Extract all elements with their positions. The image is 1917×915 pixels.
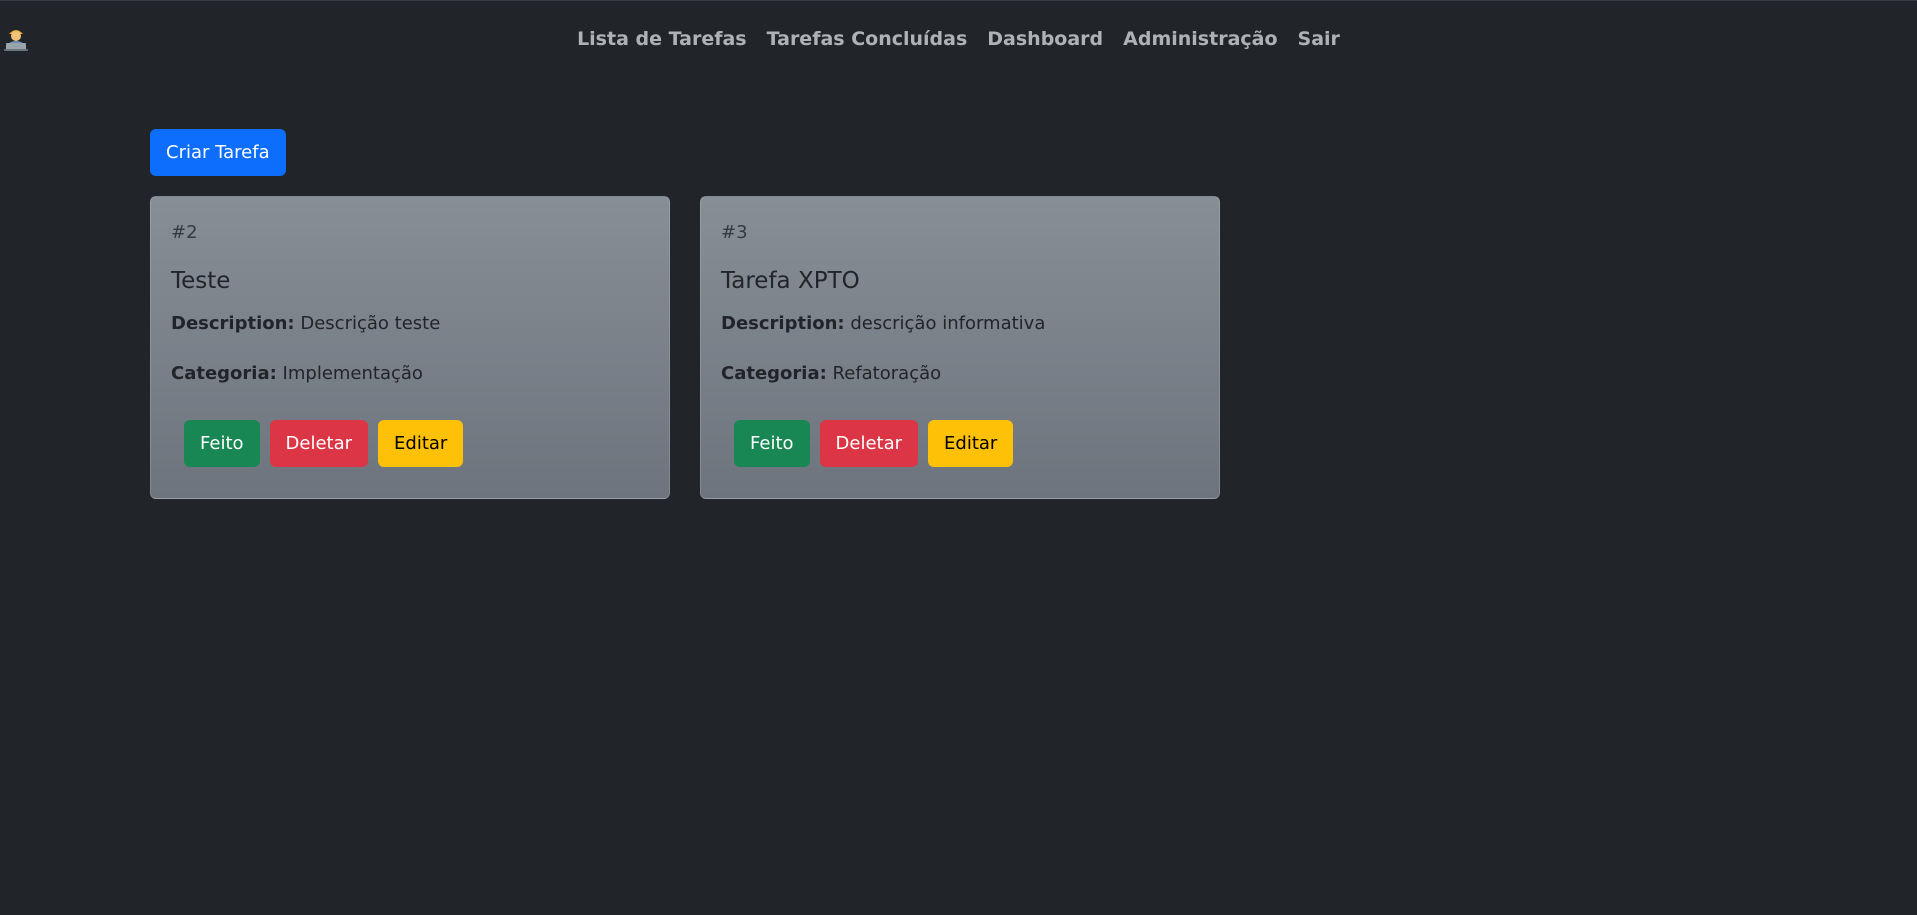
task-title: Teste bbox=[171, 268, 231, 294]
nav-link-tarefas-concluidas[interactable]: Tarefas Concluídas bbox=[757, 25, 978, 53]
description-value: descrição informativa bbox=[850, 313, 1046, 334]
done-button[interactable]: Feito bbox=[734, 420, 810, 467]
task-card: #3 Tarefa XPTO Description: descrição in… bbox=[700, 196, 1220, 499]
navbar: Lista de Tarefas Tarefas Concluídas Dash… bbox=[0, 0, 1917, 76]
delete-button[interactable]: Deletar bbox=[819, 420, 919, 467]
edit-button[interactable]: Editar bbox=[378, 420, 464, 467]
task-actions: Feito Deletar Editar bbox=[734, 420, 1014, 467]
category-label: Categoria: bbox=[721, 363, 827, 384]
nav-link-administracao[interactable]: Administração bbox=[1113, 25, 1287, 53]
delete-button[interactable]: Deletar bbox=[269, 420, 369, 467]
category-value: Refatoração bbox=[832, 363, 942, 384]
done-button[interactable]: Feito bbox=[184, 420, 260, 467]
task-category: Categoria: Implementação bbox=[171, 363, 423, 384]
description-value: Descrição teste bbox=[300, 313, 441, 334]
description-label: Description: bbox=[171, 313, 295, 334]
create-task-button[interactable]: Criar Tarefa bbox=[150, 129, 286, 176]
nav-link-dashboard[interactable]: Dashboard bbox=[977, 25, 1113, 53]
task-actions: Feito Deletar Editar bbox=[184, 420, 464, 467]
task-category: Categoria: Refatoração bbox=[721, 363, 941, 384]
edit-button[interactable]: Editar bbox=[928, 420, 1014, 467]
category-value: Implementação bbox=[282, 363, 423, 384]
task-card: #2 Teste Description: Descrição teste Ca… bbox=[150, 196, 670, 499]
task-id: #3 bbox=[721, 222, 748, 243]
nav-link-sair[interactable]: Sair bbox=[1288, 25, 1350, 53]
description-label: Description: bbox=[721, 313, 845, 334]
nav-link-lista-de-tarefas[interactable]: Lista de Tarefas bbox=[567, 25, 757, 53]
task-id: #2 bbox=[171, 222, 198, 243]
category-label: Categoria: bbox=[171, 363, 277, 384]
task-description: Description: descrição informativa bbox=[721, 313, 1045, 334]
task-title: Tarefa XPTO bbox=[721, 268, 860, 294]
task-description: Description: Descrição teste bbox=[171, 313, 440, 334]
nav-links: Lista de Tarefas Tarefas Concluídas Dash… bbox=[0, 25, 1917, 53]
